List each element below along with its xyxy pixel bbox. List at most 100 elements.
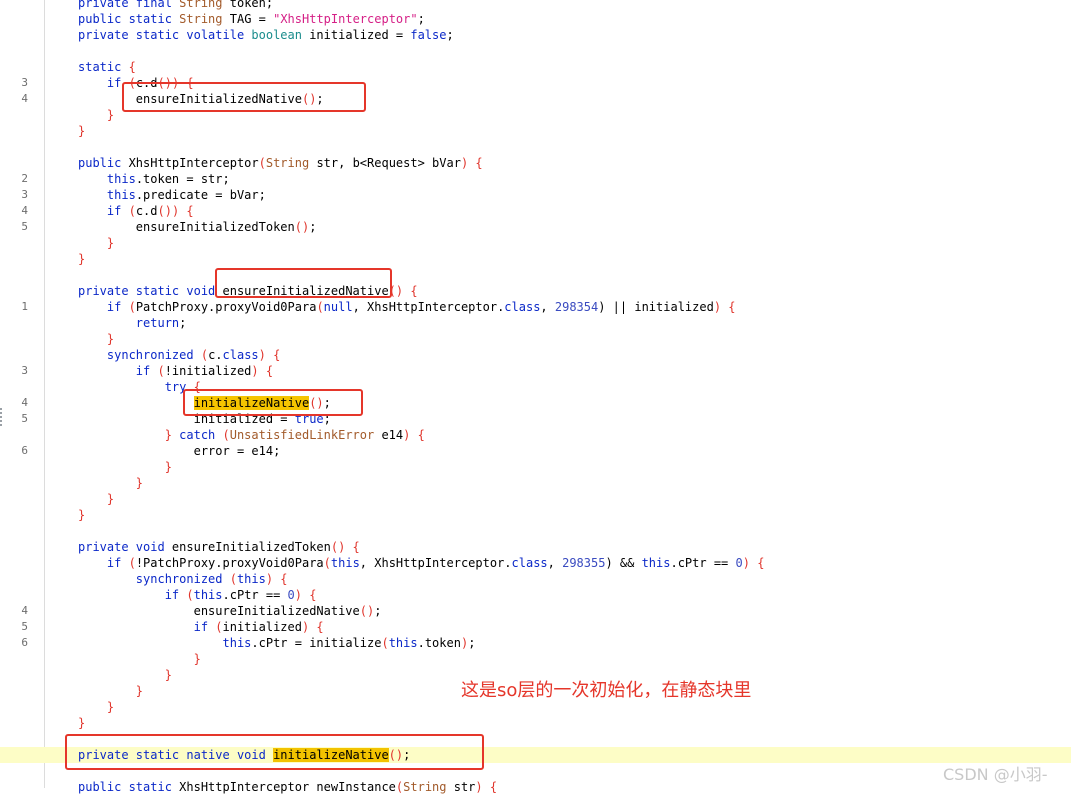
code-token: TAG = bbox=[222, 12, 274, 26]
code-token: , bbox=[547, 556, 563, 570]
code-line[interactable]: } bbox=[0, 459, 1071, 475]
code-token: c. bbox=[208, 348, 223, 362]
code-line[interactable]: return; bbox=[0, 315, 1071, 331]
code-line[interactable] bbox=[0, 763, 1071, 779]
line-number: 4 bbox=[21, 604, 28, 617]
code-token: { bbox=[186, 380, 201, 394]
code-token: } bbox=[106, 700, 115, 714]
code-line[interactable] bbox=[0, 267, 1071, 283]
code-token: false bbox=[410, 28, 447, 42]
code-text: } bbox=[78, 331, 114, 347]
code-token: if bbox=[106, 204, 122, 218]
line-number: 4 bbox=[21, 92, 28, 105]
code-line[interactable]: private final String token; bbox=[0, 0, 1071, 11]
code-line[interactable]: 5 ensureInitializedToken(); bbox=[0, 219, 1071, 235]
code-line[interactable] bbox=[0, 523, 1071, 539]
code-token: private static native void bbox=[78, 748, 274, 762]
code-line[interactable]: } catch (UnsatisfiedLinkError e14) { bbox=[0, 427, 1071, 443]
code-line[interactable]: public static XhsHttpInterceptor newInst… bbox=[0, 779, 1071, 795]
line-number: 3 bbox=[21, 76, 28, 89]
code-token: this bbox=[193, 588, 223, 602]
code-text: } bbox=[78, 715, 85, 731]
code-line[interactable]: static { bbox=[0, 59, 1071, 75]
code-line[interactable]: public static String TAG = "XhsHttpInter… bbox=[0, 11, 1071, 27]
code-token: } bbox=[78, 252, 86, 266]
code-line[interactable]: 2 this.token = str; bbox=[0, 171, 1071, 187]
code-token: } bbox=[164, 460, 172, 474]
code-line[interactable]: public XhsHttpInterceptor(String str, b<… bbox=[0, 155, 1071, 171]
code-line[interactable]: try { bbox=[0, 379, 1071, 395]
code-token: catch bbox=[179, 428, 216, 442]
code-line[interactable]: } bbox=[0, 715, 1071, 731]
code-text: if (this.cPtr == 0) { bbox=[78, 587, 317, 603]
code-text: try { bbox=[78, 379, 201, 395]
code-text: if (initialized) { bbox=[78, 619, 324, 635]
code-line[interactable]: } bbox=[0, 507, 1071, 523]
code-line[interactable]: 4 ensureInitializedNative(); bbox=[0, 91, 1071, 107]
code-line[interactable]: 5 initialized = true; bbox=[0, 411, 1071, 427]
code-line[interactable] bbox=[0, 731, 1071, 747]
code-line[interactable]: private static volatile boolean initiali… bbox=[0, 27, 1071, 43]
code-token: ) { bbox=[742, 556, 765, 570]
code-line[interactable]: } bbox=[0, 123, 1071, 139]
code-text: if (!PatchProxy.proxyVoid0Para(this, Xhs… bbox=[78, 555, 765, 571]
code-line[interactable]: if (!PatchProxy.proxyVoid0Para(this, Xhs… bbox=[0, 555, 1071, 571]
code-line[interactable]: } bbox=[0, 107, 1071, 123]
code-token: } bbox=[78, 508, 86, 522]
code-line[interactable]: 1 if (PatchProxy.proxyVoid0Para(null, Xh… bbox=[0, 299, 1071, 315]
code-token: .cPtr == bbox=[222, 588, 288, 602]
code-line[interactable]: 3 if (c.d()) { bbox=[0, 75, 1071, 91]
code-text: public static XhsHttpInterceptor newInst… bbox=[78, 779, 497, 795]
code-token: initializeNative bbox=[273, 748, 389, 762]
code-token: UnsatisfiedLinkError bbox=[229, 428, 375, 442]
code-text: private static volatile boolean initiali… bbox=[78, 27, 454, 43]
code-token: initialized = bbox=[78, 412, 295, 426]
code-line[interactable] bbox=[0, 43, 1071, 59]
code-line[interactable]: synchronized (c.class) { bbox=[0, 347, 1071, 363]
code-token: !PatchProxy.proxyVoid0Para bbox=[135, 556, 324, 570]
code-line[interactable]: } bbox=[0, 235, 1071, 251]
code-line[interactable]: if (this.cPtr == 0) { bbox=[0, 587, 1071, 603]
code-line[interactable]: 3 if (!initialized) { bbox=[0, 363, 1071, 379]
code-line[interactable]: 4 if (c.d()) { bbox=[0, 203, 1071, 219]
code-line[interactable]: 6 error = e14; bbox=[0, 443, 1071, 459]
code-token: 0 bbox=[735, 556, 743, 570]
code-token: initialized = bbox=[301, 28, 411, 42]
code-token: private static volatile bbox=[78, 28, 252, 42]
code-line[interactable]: } bbox=[0, 251, 1071, 267]
code-token: ( bbox=[258, 156, 266, 170]
code-line[interactable]: private static void ensureInitializedNat… bbox=[0, 283, 1071, 299]
code-line[interactable]: synchronized (this) { bbox=[0, 571, 1071, 587]
code-token: ( bbox=[316, 300, 324, 314]
code-line[interactable]: 4 ensureInitializedNative(); bbox=[0, 603, 1071, 619]
code-text: } bbox=[78, 667, 172, 683]
line-number: 3 bbox=[21, 188, 28, 201]
code-token: } bbox=[193, 652, 201, 666]
code-line[interactable]: } bbox=[0, 331, 1071, 347]
code-token: static bbox=[78, 60, 122, 74]
code-token: private static void bbox=[78, 284, 223, 298]
code-line[interactable]: } bbox=[0, 475, 1071, 491]
code-line[interactable]: private static native void initializeNat… bbox=[0, 747, 1071, 763]
code-line[interactable]: private void ensureInitializedToken() { bbox=[0, 539, 1071, 555]
code-line[interactable]: 6 this.cPtr = initialize(this.token); bbox=[0, 635, 1071, 651]
line-number: 2 bbox=[21, 172, 28, 185]
code-token: ) { bbox=[460, 156, 483, 170]
code-token: ) { bbox=[301, 620, 324, 634]
code-line[interactable] bbox=[0, 139, 1071, 155]
code-line[interactable]: 5 if (initialized) { bbox=[0, 619, 1071, 635]
code-text: initialized = true; bbox=[78, 411, 331, 427]
code-line[interactable]: 4 initializeNative(); bbox=[0, 395, 1071, 411]
code-line[interactable]: } bbox=[0, 651, 1071, 667]
code-line[interactable]: 3 this.predicate = bVar; bbox=[0, 187, 1071, 203]
code-token: () { bbox=[388, 284, 418, 298]
code-token: if bbox=[135, 364, 151, 378]
code-line[interactable]: } bbox=[0, 491, 1071, 507]
